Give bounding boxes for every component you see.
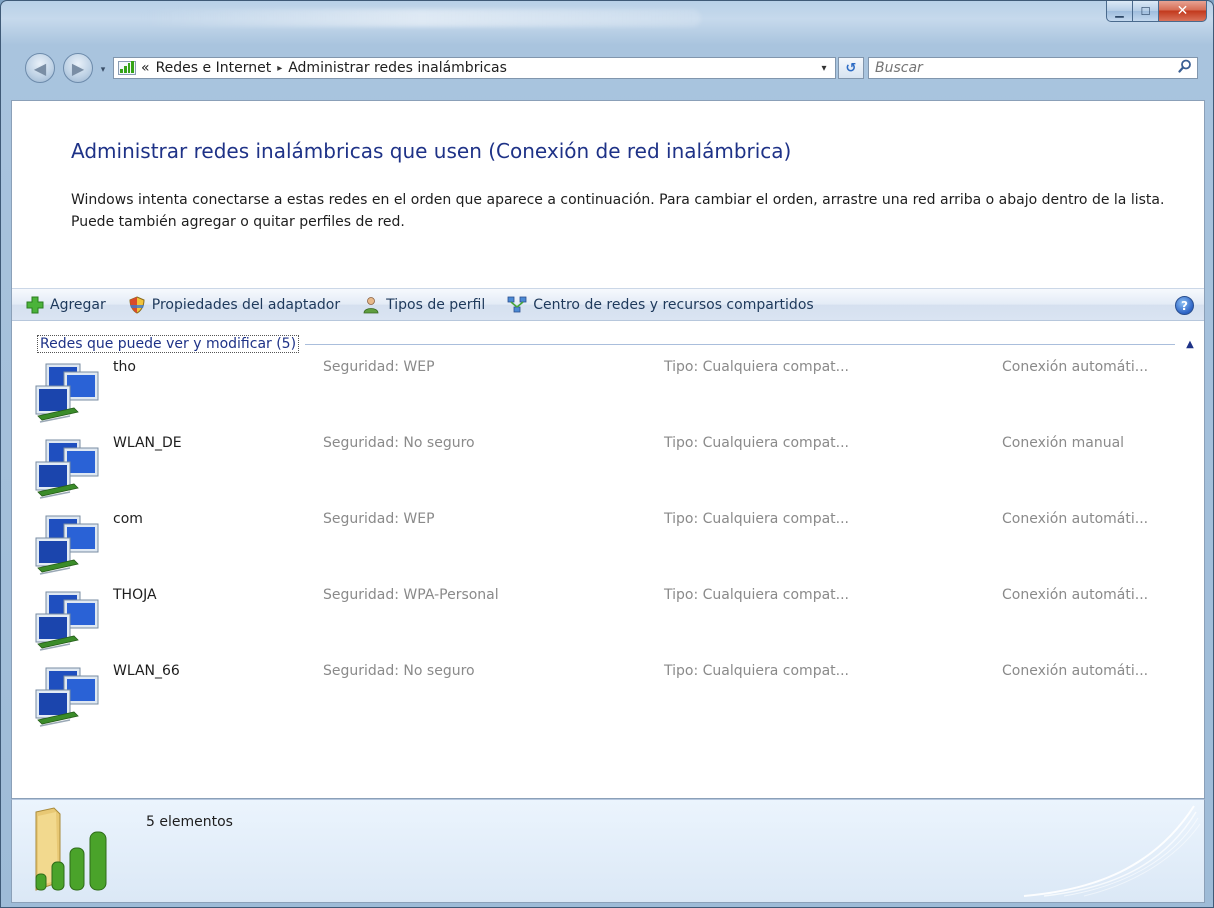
back-button[interactable]: ◀	[25, 53, 55, 83]
address-dropdown-icon[interactable]: ▾	[813, 63, 835, 74]
network-name: WLAN_66	[113, 663, 180, 679]
close-button[interactable]: ✕	[1159, 1, 1207, 22]
add-network-label: Agregar	[50, 296, 106, 313]
command-bar: Agregar Propiedades del adaptador Tipos …	[12, 288, 1204, 321]
breadcrumb-separator-arrow[interactable]: ▸	[277, 63, 282, 74]
refresh-button[interactable]: ↺	[838, 57, 864, 79]
network-row[interactable]: WLAN_66 Seguridad: No seguro Tipo: Cualq…	[34, 660, 1194, 736]
network-type: Tipo: Cualquiera compat...	[664, 587, 850, 603]
network-type: Tipo: Cualquiera compat...	[664, 435, 850, 451]
network-security: Seguridad: WPA-Personal	[323, 587, 499, 603]
wireless-network-icon	[34, 590, 106, 658]
group-header-divider	[305, 343, 1175, 345]
search-icon[interactable]	[1178, 59, 1192, 77]
details-pane: 5 elementos	[11, 799, 1205, 903]
title-bar[interactable]: ▁ ☐ ✕	[1, 1, 1213, 43]
adapter-properties-label: Propiedades del adaptador	[151, 296, 341, 313]
address-bar[interactable]: « Redes e Internet ▸ Administrar redes i…	[113, 57, 836, 79]
wireless-signal-icon	[118, 61, 136, 75]
wireless-network-icon	[34, 362, 106, 430]
adapter-properties-button[interactable]: Propiedades del adaptador	[128, 289, 340, 320]
wireless-network-icon	[34, 514, 106, 582]
page-title: Administrar redes inalámbricas que usen …	[71, 139, 792, 163]
network-name: com	[113, 511, 143, 527]
user-icon	[362, 296, 380, 314]
network-row[interactable]: WLAN_DE Seguridad: No seguro Tipo: Cualq…	[34, 432, 1194, 508]
network-name: tho	[113, 359, 136, 375]
group-header-label[interactable]: Redes que puede ver y modificar (5)	[37, 335, 300, 353]
breadcrumb-prefix[interactable]: «	[141, 60, 150, 76]
network-row[interactable]: com Seguridad: WEP Tipo: Cualquiera comp…	[34, 508, 1194, 584]
green-plus-icon	[26, 296, 44, 314]
profile-types-label: Tipos de perfil	[386, 296, 486, 313]
collapse-group-icon[interactable]: ▲	[1183, 339, 1197, 350]
network-type: Tipo: Cualquiera compat...	[664, 663, 850, 679]
network-row[interactable]: tho Seguridad: WEP Tipo: Cualquiera comp…	[34, 356, 1194, 432]
group-header[interactable]: Redes que puede ver y modificar (5) ▲	[37, 334, 1197, 354]
network-connection-mode: Conexión manual	[1002, 435, 1125, 451]
breadcrumb-administrar-redes[interactable]: Administrar redes inalámbricas	[288, 60, 507, 76]
network-name: THOJA	[113, 587, 157, 603]
navigation-bar: ◀ ▶ ▾ « Redes e Internet ▸ Administrar r…	[1, 43, 1213, 101]
shield-icon	[128, 295, 146, 314]
minimize-button[interactable]: ▁	[1106, 1, 1133, 22]
network-security: Seguridad: No seguro	[323, 663, 475, 679]
wireless-folder-icon	[30, 804, 130, 900]
network-row[interactable]: THOJA Seguridad: WPA-Personal Tipo: Cual…	[34, 584, 1194, 660]
network-sharing-center-label: Centro de redes y recursos compartidos	[533, 296, 814, 313]
decorative-swoosh	[1004, 800, 1204, 902]
recent-pages-dropdown[interactable]: ▾	[96, 63, 110, 77]
breadcrumb-redes-e-internet[interactable]: Redes e Internet	[156, 60, 272, 76]
help-button[interactable]: ?	[1175, 296, 1194, 315]
page-description: Windows intenta conectarse a estas redes…	[71, 192, 1165, 230]
network-security: Seguridad: WEP	[323, 511, 435, 527]
profile-types-button[interactable]: Tipos de perfil	[362, 289, 485, 320]
network-connection-mode: Conexión automáti...	[1002, 663, 1149, 679]
network-type: Tipo: Cualquiera compat...	[664, 511, 850, 527]
wireless-network-icon	[34, 666, 106, 734]
search-box[interactable]	[868, 57, 1198, 79]
forward-button[interactable]: ▶	[63, 53, 93, 83]
network-name: WLAN_DE	[113, 435, 182, 451]
search-input[interactable]	[875, 60, 1165, 76]
title-bar-glass	[141, 9, 701, 27]
network-connection-mode: Conexión automáti...	[1002, 511, 1149, 527]
network-center-icon	[507, 296, 527, 314]
add-network-button[interactable]: Agregar	[26, 289, 106, 320]
item-count: 5 elementos	[146, 814, 233, 830]
maximize-button[interactable]: ☐	[1133, 1, 1159, 22]
explorer-window: ▁ ☐ ✕ ◀ ▶ ▾ « Redes e Internet ▸ Adminis…	[0, 0, 1214, 908]
wireless-network-icon	[34, 438, 106, 506]
network-security: Seguridad: No seguro	[323, 435, 475, 451]
content-pane: Administrar redes inalámbricas que usen …	[11, 100, 1205, 799]
caption-buttons: ▁ ☐ ✕	[1106, 1, 1207, 22]
network-connection-mode: Conexión automáti...	[1002, 359, 1149, 375]
network-security: Seguridad: WEP	[323, 359, 435, 375]
network-connection-mode: Conexión automáti...	[1002, 587, 1149, 603]
network-type: Tipo: Cualquiera compat...	[664, 359, 850, 375]
network-sharing-center-button[interactable]: Centro de redes y recursos compartidos	[507, 289, 814, 320]
